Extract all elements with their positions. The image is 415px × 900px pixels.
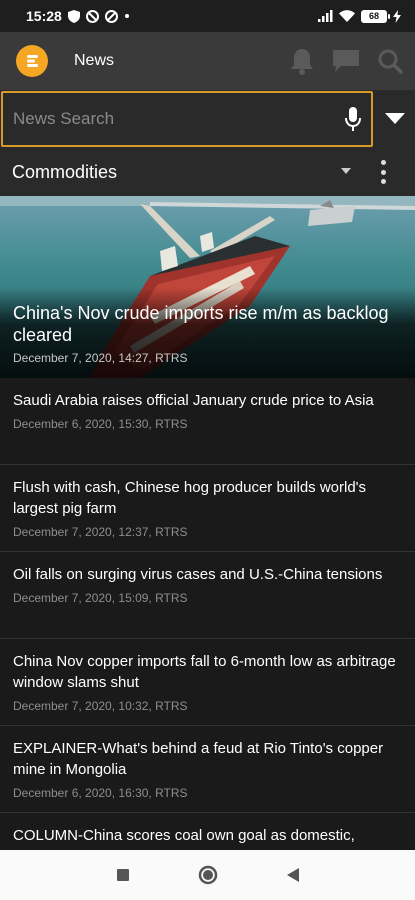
news-item-title: Flush with cash, Chinese hog producer bu… — [13, 479, 367, 517]
charging-icon — [393, 9, 401, 23]
news-item-title: COLUMN-China scores coal own goal as dom… — [13, 827, 355, 844]
news-item-title: EXPLAINER-What's behind a feud at Rio Ti… — [13, 740, 384, 778]
status-right: 68 — [318, 9, 401, 23]
news-item-title: China Nov copper imports fall to 6-month… — [13, 653, 396, 691]
search-options-dropdown[interactable] — [375, 90, 415, 148]
search-icon[interactable] — [377, 48, 403, 74]
bell-icon[interactable] — [289, 47, 315, 75]
status-time: 15:28 — [26, 8, 62, 24]
back-triangle-icon[interactable] — [286, 867, 300, 883]
caret-down-icon[interactable] — [341, 168, 351, 174]
battery-icon: 68 — [361, 9, 390, 23]
news-item-meta: December 7, 2020, 12:37, RTRS — [13, 525, 188, 539]
status-bar: 15:28 68 — [0, 0, 415, 32]
system-nav-bar — [0, 850, 415, 900]
search-box — [1, 91, 373, 147]
shield-icon — [67, 9, 80, 23]
category-selector[interactable]: Commodities — [0, 148, 415, 196]
app-actions — [289, 47, 403, 75]
featured-story[interactable]: China's Nov crude imports rise m/m as ba… — [0, 196, 415, 378]
chat-icon[interactable] — [331, 48, 361, 74]
news-list-item[interactable]: EXPLAINER-What's behind a feud at Rio Ti… — [0, 726, 415, 813]
news-item-title: Oil falls on surging virus cases and U.S… — [13, 566, 383, 583]
news-item-meta: December 7, 2020, 10:32, RTRS — [13, 699, 188, 713]
news-item-meta: December 6, 2020, 15:30, RTRS — [13, 417, 188, 431]
search-row — [0, 90, 415, 148]
status-left: 15:28 — [26, 8, 130, 24]
microphone-icon[interactable] — [345, 107, 361, 131]
news-list-item[interactable]: China Nov copper imports fall to 6-month… — [0, 639, 415, 726]
sync-icon — [104, 9, 118, 23]
news-item-title: Saudi Arabia raises official January cru… — [13, 392, 374, 409]
featured-story-title[interactable]: China's Nov crude imports rise m/m as ba… — [13, 302, 409, 346]
home-circle-icon[interactable] — [198, 865, 218, 885]
news-list: Saudi Arabia raises official January cru… — [0, 378, 415, 850]
news-list-item[interactable]: Saudi Arabia raises official January cru… — [0, 378, 415, 465]
news-list-item[interactable]: Flush with cash, Chinese hog producer bu… — [0, 465, 415, 552]
more-vertical-icon[interactable] — [381, 160, 387, 184]
page-title: News — [74, 52, 115, 69]
search-input[interactable] — [13, 109, 345, 129]
wifi-icon — [339, 10, 355, 22]
app-bar: News — [0, 32, 415, 90]
triangle-down-icon — [385, 113, 405, 124]
dot-icon — [124, 13, 130, 19]
news-list-item[interactable]: COLUMN-China scores coal own goal as dom… — [0, 813, 415, 850]
recents-square-icon[interactable] — [116, 868, 130, 882]
news-item-meta: December 7, 2020, 15:09, RTRS — [13, 591, 188, 605]
featured-story-meta: December 7, 2020, 14:27, RTRS — [13, 351, 188, 365]
signal-icon — [318, 10, 333, 22]
news-item-meta: December 6, 2020, 16:30, RTRS — [13, 786, 188, 800]
news-list-item[interactable]: Oil falls on surging virus cases and U.S… — [0, 552, 415, 639]
category-label: Commodities — [12, 161, 118, 182]
app-logo-icon[interactable] — [16, 45, 48, 77]
do-not-disturb-icon — [85, 9, 99, 23]
